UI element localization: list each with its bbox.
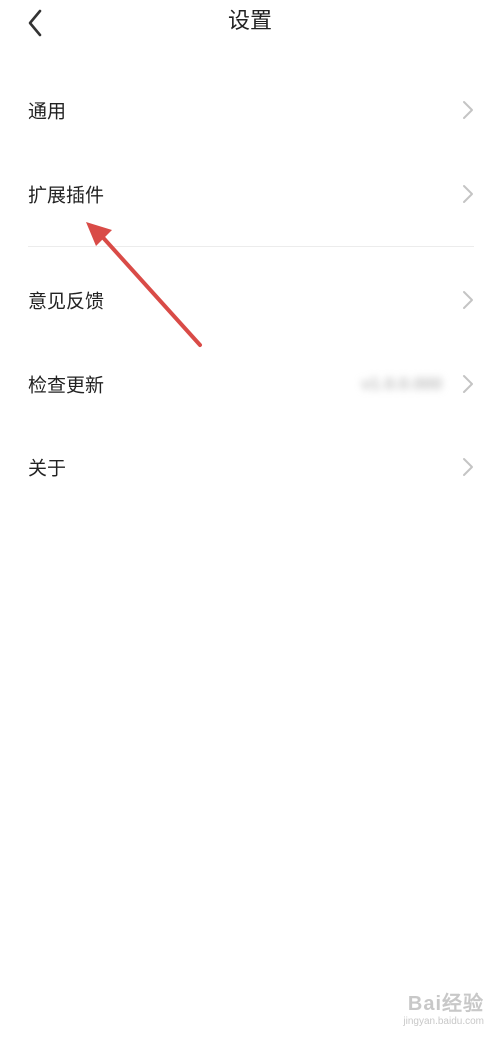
chevron-right-icon	[463, 458, 473, 476]
row-label-general: 通用	[28, 100, 67, 123]
row-label-feedback: 意见反馈	[28, 290, 105, 313]
chevron-right-icon	[463, 185, 473, 203]
page-title: 设置	[227, 9, 272, 34]
chevron-right-icon	[463, 101, 473, 119]
settings-row-feedback[interactable]: 意见反馈	[0, 270, 500, 330]
settings-row-about[interactable]: 关于	[0, 437, 500, 497]
watermark: Bai经验 jingyan.baidu.com	[403, 987, 484, 1027]
row-label-about: 关于	[28, 457, 67, 480]
section-divider	[28, 246, 474, 247]
version-value: v1.0.0.000	[361, 375, 442, 393]
chevron-right-icon	[463, 291, 473, 309]
settings-row-extensions[interactable]: 扩展插件	[0, 164, 500, 224]
settings-row-check-update[interactable]: 检查更新 v1.0.0.000	[0, 354, 500, 414]
row-label-check-update: 检查更新	[28, 374, 105, 397]
row-label-extensions: 扩展插件	[28, 184, 105, 207]
watermark-url: jingyan.baidu.com	[403, 1016, 484, 1027]
settings-row-general[interactable]: 通用	[0, 80, 500, 140]
chevron-right-icon	[463, 375, 473, 393]
navigation-bar: 设置	[0, 0, 500, 46]
watermark-logo: Bai经验	[407, 993, 484, 1015]
